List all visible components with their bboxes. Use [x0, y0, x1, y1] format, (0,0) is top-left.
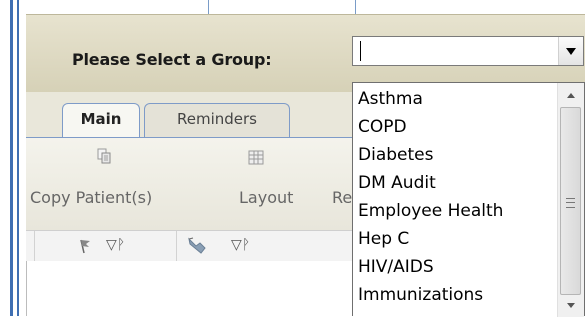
copy-icon [97, 148, 111, 164]
tab-reminders[interactable]: Reminders [144, 103, 290, 137]
dropdown-button[interactable] [558, 37, 583, 65]
truncated-toolbar-button[interactable]: Re [332, 188, 352, 207]
group-option[interactable]: HIV/AIDS [358, 257, 434, 277]
window-left-border [0, 0, 26, 316]
cell-separator [34, 231, 35, 261]
funnel-pin-icon[interactable]: ▽ᚹ [231, 237, 250, 253]
group-select-combobox[interactable] [352, 36, 584, 66]
border-line [17, 0, 19, 316]
tab-main[interactable]: Main [62, 103, 140, 137]
flag-icon[interactable] [78, 238, 92, 254]
group-option[interactable]: Employee Health [358, 201, 503, 221]
top-grid-strip [0, 0, 585, 14]
grip-icon [566, 198, 575, 208]
copy-patients-button[interactable]: Copy Patient(s) [30, 188, 152, 207]
layout-button[interactable]: Layout [239, 188, 293, 207]
group-option[interactable]: COPD [358, 117, 407, 137]
group-option[interactable]: DM Audit [358, 173, 436, 193]
patient-grid [26, 261, 356, 316]
funnel-pin-icon[interactable]: ▽ᚹ [106, 237, 125, 253]
tab-reminders-label: Reminders [177, 110, 257, 128]
group-dropdown-list[interactable]: Asthma COPD Diabetes DM Audit Employee H… [352, 82, 585, 317]
copy-patients-button-icon-wrap[interactable] [96, 148, 116, 168]
scroll-down-arrow-icon[interactable] [567, 303, 575, 308]
column-separator [355, 0, 356, 14]
group-option[interactable]: Hep C [358, 229, 409, 249]
group-option[interactable]: Diabetes [358, 145, 433, 165]
scroll-up-arrow-icon[interactable] [567, 93, 575, 98]
scroll-thumb[interactable] [560, 107, 581, 295]
filter-header-row: ▽ᚹ ▽ᚹ [26, 230, 356, 262]
ribbon-toolbar: Copy Patient(s) Layout Re [26, 138, 356, 230]
dropdown-scrollbar[interactable] [557, 83, 584, 317]
layout-button-icon-wrap[interactable] [248, 150, 266, 168]
grid-layout-icon [248, 150, 264, 165]
cell-separator [176, 231, 177, 261]
pill-icon[interactable] [186, 236, 208, 256]
column-separator [208, 0, 209, 14]
border-line [10, 0, 13, 316]
tab-main-label: Main [80, 110, 122, 128]
group-option[interactable]: Immunizations [358, 285, 483, 305]
group-select-label: Please Select a Group: [72, 50, 272, 69]
text-caret [360, 41, 361, 61]
group-option[interactable]: Asthma [358, 89, 423, 109]
chevron-down-icon [566, 48, 576, 55]
